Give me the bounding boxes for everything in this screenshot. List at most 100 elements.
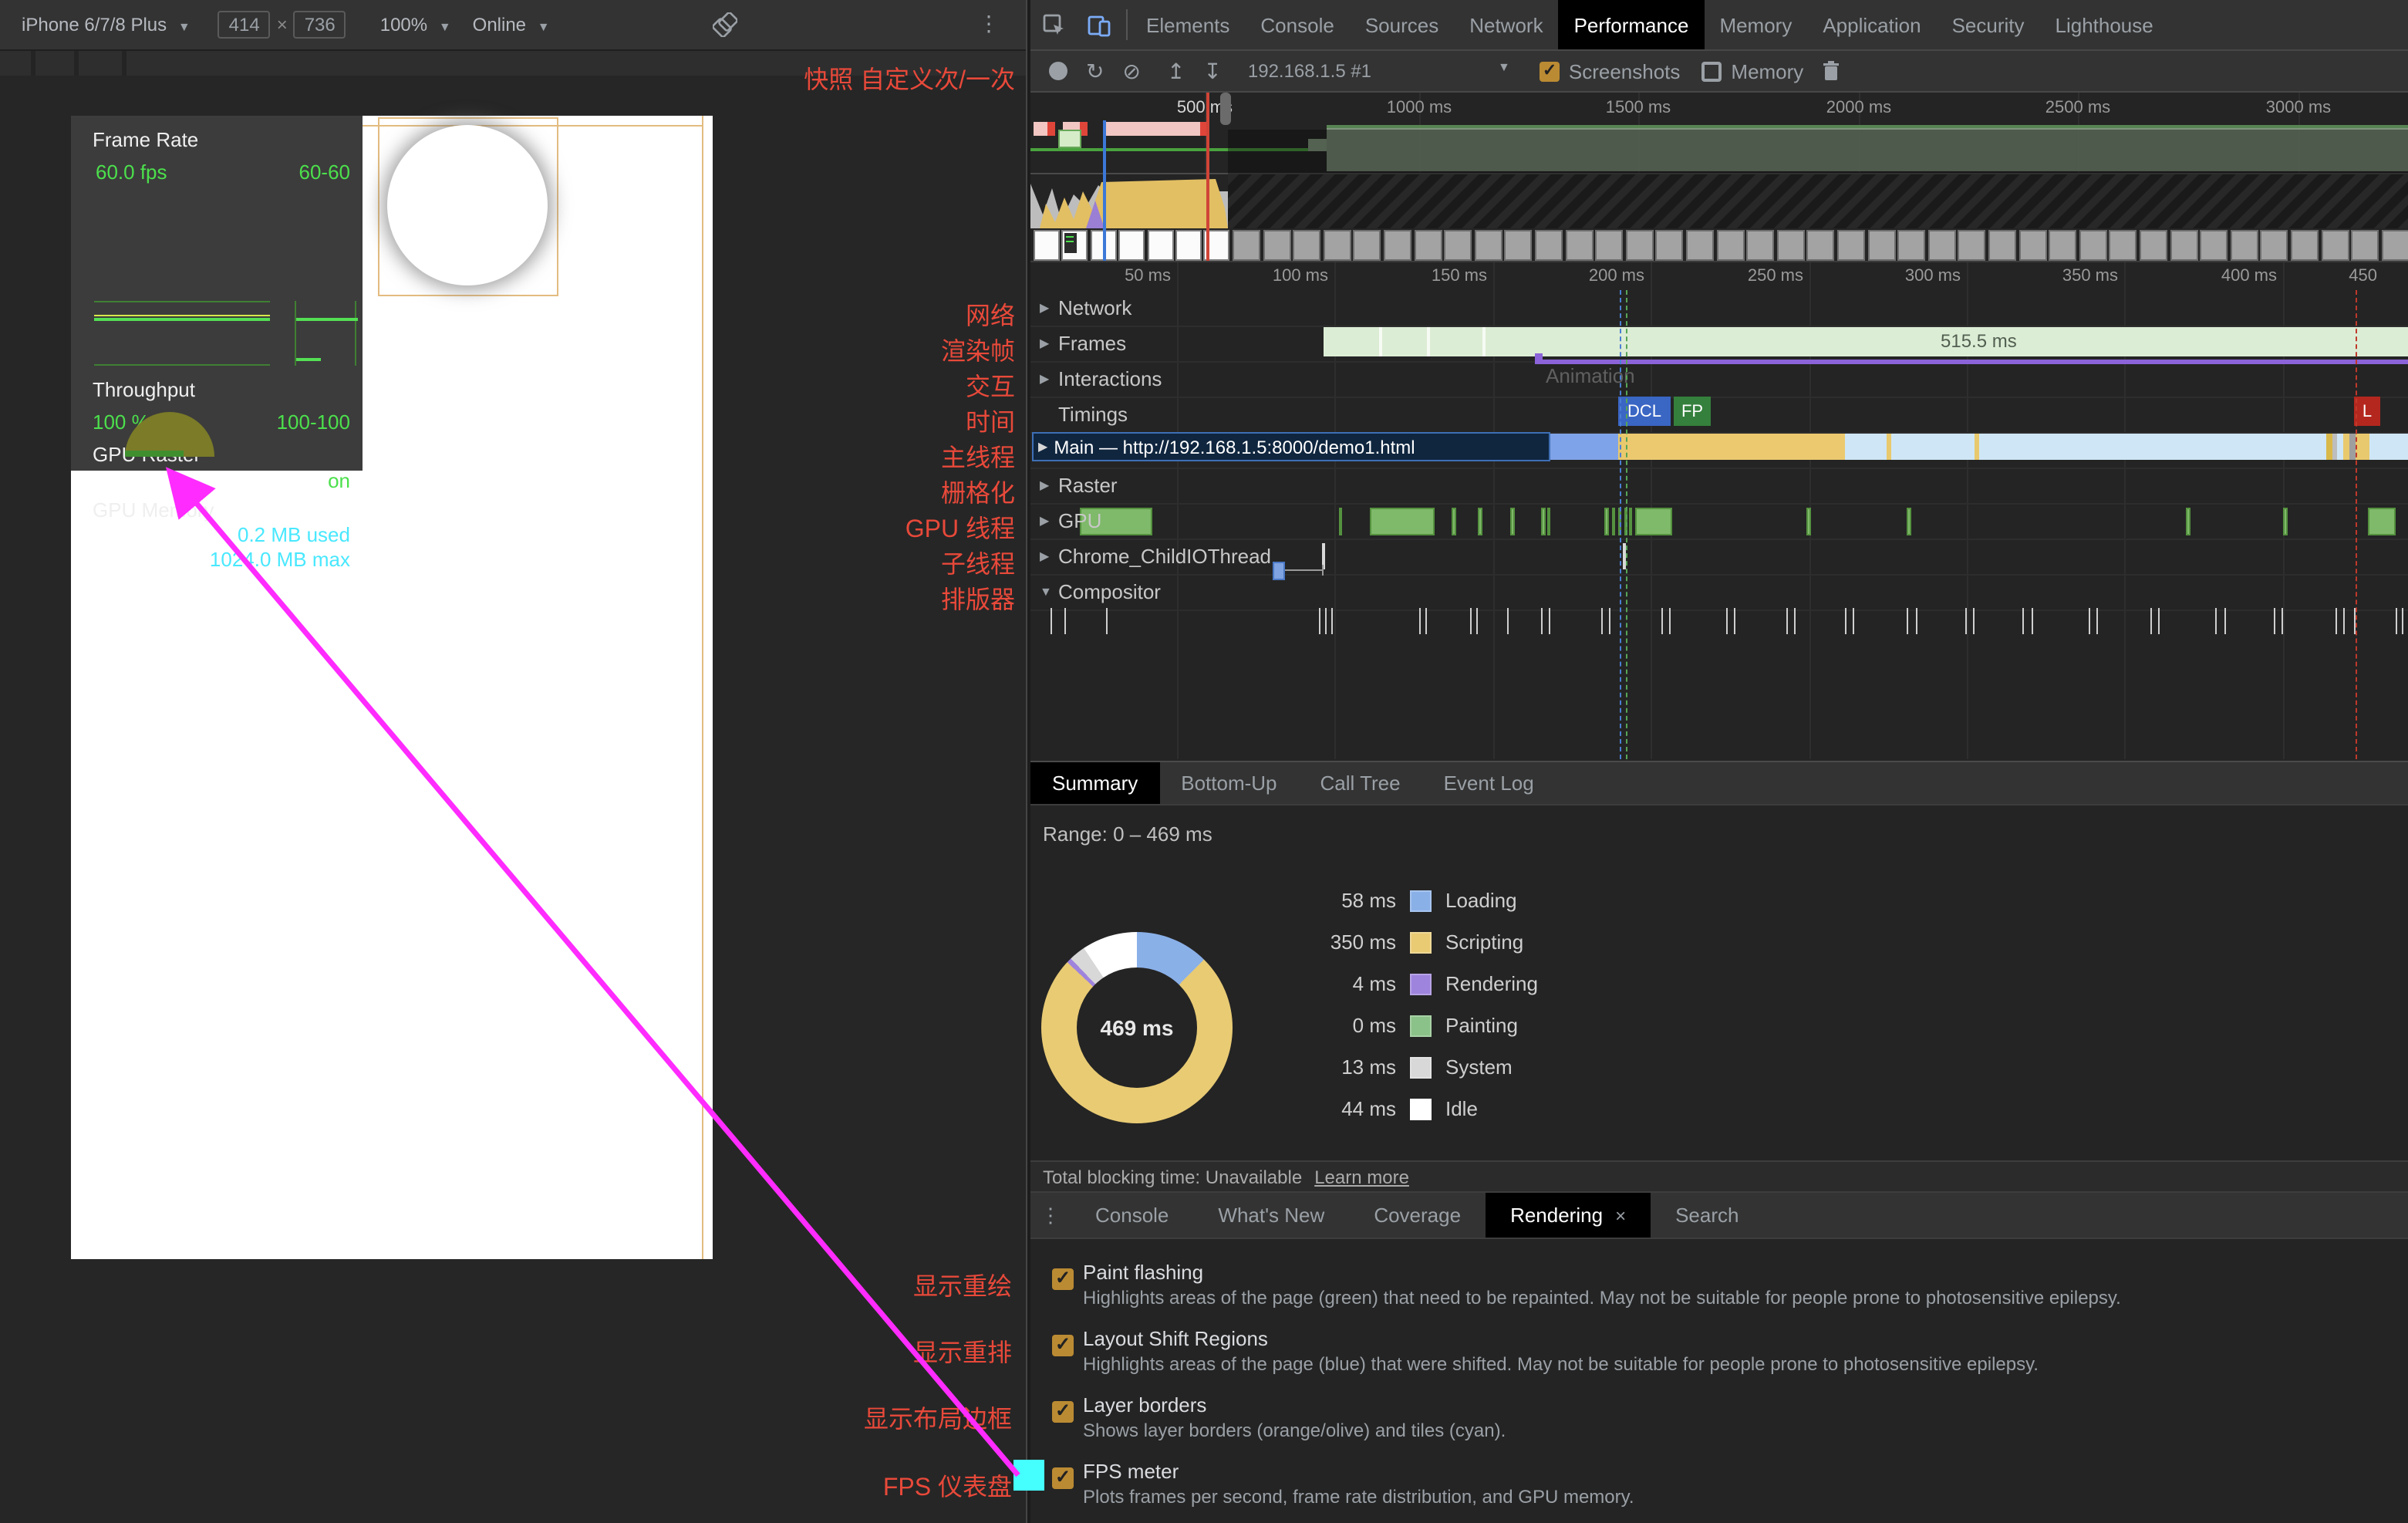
summary-tab-call-tree[interactable]: Call Tree	[1299, 762, 1422, 804]
drawer-tab-what-s-new[interactable]: What's New	[1193, 1193, 1349, 1238]
filmstrip-thumbnail-dimmed[interactable]	[1897, 230, 1925, 261]
history-select[interactable]: 192.168.1.5 #1 ▼	[1248, 60, 1510, 82]
reload-and-record-icon[interactable]: ↻	[1086, 58, 1104, 84]
disclosure-triangle-icon[interactable]: ▶	[1040, 336, 1058, 350]
tab-console[interactable]: Console	[1245, 0, 1349, 49]
filmstrip-thumbnail-dimmed[interactable]	[2140, 230, 2167, 261]
filmstrip-thumbnail-dimmed[interactable]	[1354, 230, 1381, 261]
rendering-option-checkbox[interactable]	[1052, 1401, 1074, 1423]
tab-elements[interactable]: Elements	[1131, 0, 1245, 49]
zoom-select[interactable]: 100% ▼	[380, 14, 451, 35]
track-label-raster[interactable]: ▶Raster	[1040, 468, 1118, 503]
filmstrip-thumbnail-dimmed[interactable]	[1837, 230, 1865, 261]
save-profile-icon[interactable]: ↧	[1203, 58, 1221, 84]
inspect-cursor-icon[interactable]	[1030, 0, 1077, 49]
filmstrip-thumbnail[interactable]	[1062, 230, 1088, 261]
flame-segment[interactable]	[1845, 434, 1887, 460]
track-label-chrome-childiothread[interactable]: ▶Chrome_ChildIOThread	[1040, 539, 1271, 574]
filmstrip-thumbnail-dimmed[interactable]	[1746, 230, 1774, 261]
filmstrip-thumbnail-dimmed[interactable]	[2170, 230, 2197, 261]
gpu-activity-block[interactable]	[1806, 508, 1811, 535]
device-select[interactable]: iPhone 6/7/8 Plus ▼	[22, 14, 191, 35]
drawer-tab-coverage[interactable]: Coverage	[1349, 1193, 1486, 1238]
tab-lighthouse[interactable]: Lighthouse	[2040, 0, 2169, 49]
close-tab-icon[interactable]: ×	[1615, 1204, 1626, 1226]
timeline-tracks[interactable]: 50 ms100 ms150 ms200 ms250 ms300 ms350 m…	[1030, 262, 2408, 759]
tab-memory[interactable]: Memory	[1704, 0, 1807, 49]
disclosure-triangle-icon[interactable]: ▶	[1040, 478, 1058, 492]
filmstrip-thumbnail-dimmed[interactable]	[1505, 230, 1533, 261]
load-profile-icon[interactable]: ↥	[1167, 58, 1185, 84]
disclosure-triangle-icon[interactable]: ▼	[1040, 585, 1058, 599]
flame-segment[interactable]	[2326, 434, 2332, 460]
filmstrip-thumbnail-dimmed[interactable]	[2291, 230, 2319, 261]
screenshots-checkbox[interactable]	[1540, 61, 1560, 81]
flame-segment[interactable]	[1627, 434, 1845, 460]
filmstrip-thumbnail-dimmed[interactable]	[1535, 230, 1563, 261]
throttle-select[interactable]: Online ▼	[473, 14, 550, 35]
track-label-network[interactable]: ▶Network	[1040, 290, 1131, 326]
gpu-activity-block[interactable]	[1541, 508, 1546, 535]
record-button[interactable]	[1049, 62, 1067, 80]
filmstrip-thumbnail-dimmed[interactable]	[1263, 230, 1290, 261]
filmstrip-thumbnail-dimmed[interactable]	[2261, 230, 2288, 261]
track-label-gpu[interactable]: ▶GPU	[1040, 503, 1101, 539]
filmstrip-thumbnail-dimmed[interactable]	[2382, 230, 2408, 261]
disclosure-triangle-icon[interactable]: ▶	[1040, 514, 1058, 528]
filmstrip-thumbnail-dimmed[interactable]	[2018, 230, 2046, 261]
toggle-device-toolbar-icon[interactable]	[1077, 0, 1123, 49]
main-thread-selected-label[interactable]: ▶ Main — http://192.168.1.5:8000/demo1.h…	[1032, 432, 1550, 461]
filmstrip-thumbnail-dimmed[interactable]	[2351, 230, 2379, 261]
gpu-activity-block[interactable]	[2368, 508, 2396, 535]
gpu-activity-block[interactable]	[2186, 508, 2190, 535]
filmstrip-thumbnail-dimmed[interactable]	[1293, 230, 1320, 261]
disclosure-triangle-icon[interactable]: ▶	[1040, 549, 1058, 563]
interactions-animation-bar[interactable]	[1535, 360, 2408, 364]
gpu-activity-block[interactable]	[1907, 508, 1911, 535]
viewport-width-input[interactable]: 414	[218, 11, 271, 39]
filmstrip-thumbnail-dimmed[interactable]	[1656, 230, 1684, 261]
filmstrip-thumbnail-dimmed[interactable]	[1384, 230, 1411, 261]
flame-segment[interactable]	[1979, 434, 2326, 460]
track-label-interactions[interactable]: ▶Interactions	[1040, 361, 1162, 397]
more-options-icon[interactable]: ⋮	[978, 11, 1000, 37]
filmstrip-thumbnail-dimmed[interactable]	[1324, 230, 1351, 261]
track-label-compositor[interactable]: ▼Compositor	[1040, 574, 1161, 610]
track-label-frames[interactable]: ▶Frames	[1040, 326, 1126, 361]
gpu-activity-block[interactable]	[1452, 508, 1456, 535]
timing-badge-fp[interactable]: FP	[1674, 397, 1711, 426]
summary-tab-event-log[interactable]: Event Log	[1422, 762, 1556, 804]
filmstrip-thumbnail-dimmed[interactable]	[1958, 230, 1986, 261]
filmstrip-thumbnail-dimmed[interactable]	[2110, 230, 2137, 261]
filmstrip-thumbnail-dimmed[interactable]	[1233, 230, 1260, 261]
filmstrip-thumbnail[interactable]	[1147, 230, 1173, 261]
gpu-activity-block[interactable]	[1510, 508, 1515, 535]
flame-segment[interactable]	[2343, 434, 2349, 460]
filmstrip-thumbnail[interactable]	[1034, 230, 1060, 261]
drawer-menu-icon[interactable]: ⋮	[1030, 1193, 1071, 1238]
tab-sources[interactable]: Sources	[1350, 0, 1454, 49]
rendering-option-checkbox[interactable]	[1052, 1268, 1074, 1290]
disclosure-triangle-icon[interactable]: ▶	[1040, 301, 1058, 315]
gpu-activity-block[interactable]	[1604, 508, 1609, 535]
tab-application[interactable]: Application	[1807, 0, 1936, 49]
drawer-tab-rendering[interactable]: Rendering×	[1486, 1193, 1651, 1238]
disclosure-triangle-icon[interactable]: ▶	[1038, 440, 1047, 454]
track-label-timings[interactable]: Timings	[1040, 397, 1128, 432]
flame-segment[interactable]	[1891, 434, 1975, 460]
drawer-tab-console[interactable]: Console	[1071, 1193, 1193, 1238]
frames-track-bar[interactable]: 515.5 ms	[1324, 327, 2408, 356]
gpu-activity-block[interactable]	[1612, 508, 1615, 535]
overview-window-handle[interactable]	[1220, 93, 1231, 125]
drawer-tab-search[interactable]: Search	[1651, 1193, 1763, 1238]
flame-segment[interactable]	[2369, 434, 2408, 460]
garbage-collect-icon[interactable]	[1822, 60, 1840, 82]
filmstrip-thumbnail-dimmed[interactable]	[2200, 230, 2228, 261]
filmstrip-thumbnail-dimmed[interactable]	[1988, 230, 2016, 261]
gpu-activity-block[interactable]	[1370, 508, 1435, 535]
filmstrip-thumbnail-dimmed[interactable]	[1928, 230, 1956, 261]
filmstrip-thumbnail-dimmed[interactable]	[1686, 230, 1714, 261]
network-request-bar[interactable]	[1273, 562, 1285, 580]
summary-tab-summary[interactable]: Summary	[1030, 762, 1159, 804]
timing-badge-l[interactable]: L	[2354, 397, 2380, 426]
